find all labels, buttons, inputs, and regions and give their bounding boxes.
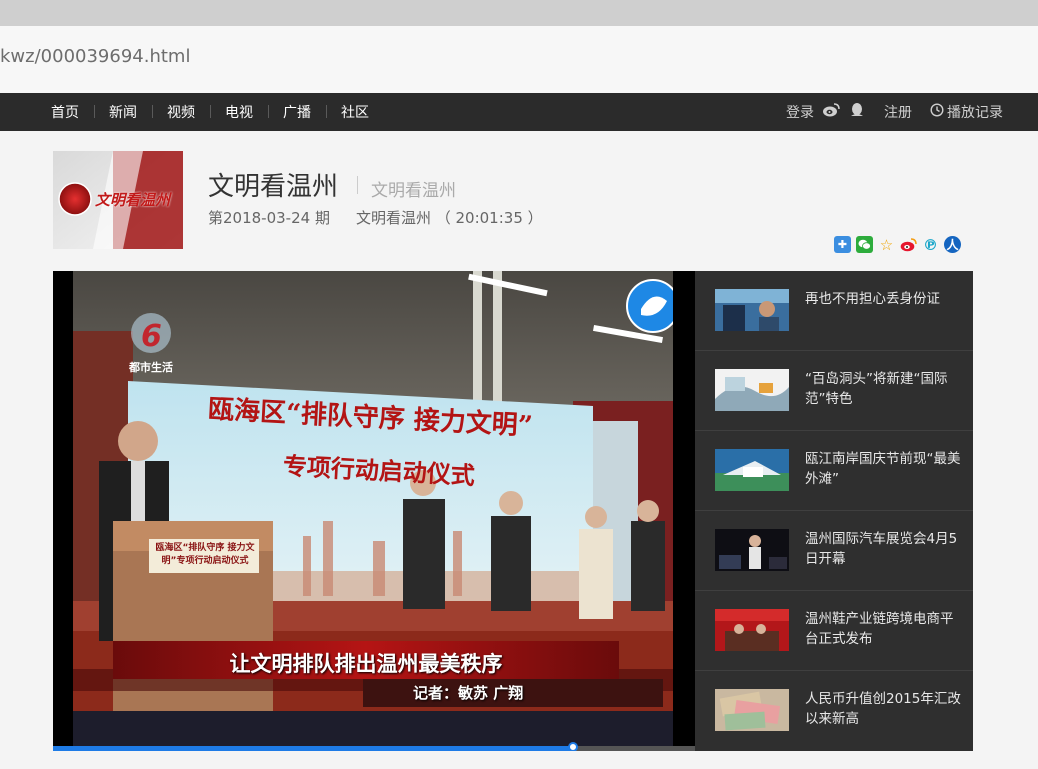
related-video-thumbnail[interactable] [715, 289, 789, 331]
reporter-credit: 记者：敏苏 广翔 [413, 684, 524, 702]
page-title: 文明看温州 [208, 172, 339, 202]
pinterest-share-icon[interactable]: ℗ [922, 236, 939, 254]
nav-home[interactable]: 首页 [36, 102, 94, 122]
episode-date: 第2018-03-24 期 [208, 209, 330, 227]
related-video-title[interactable]: 人民币升值创2015年汇改以来新高 [805, 689, 965, 729]
weibo-share-icon[interactable] [900, 236, 917, 253]
nav-list: 首页 新闻 视频 电视 广播 社区 [36, 93, 384, 131]
related-video-title[interactable]: 再也不用担心丢身份证 [805, 289, 965, 309]
related-video-title[interactable]: 瓯江南岸国庆节前现“最美外滩” [805, 449, 965, 489]
related-video-thumbnail[interactable] [715, 369, 789, 411]
related-video-thumbnail[interactable] [715, 529, 789, 571]
url-text[interactable]: kwz/000039694.html [0, 46, 190, 67]
qq-login-icon[interactable] [850, 102, 864, 122]
video-frame[interactable]: 6 都市生活 瓯海区“排队守序 接力文明” 专项行动启动仪式 瓯海区“排队守序 … [73, 271, 673, 748]
related-video-thumbnail[interactable] [715, 689, 789, 731]
related-video-title[interactable]: “百岛洞头”将新建“国际范”特色 [805, 369, 965, 409]
nav-community[interactable]: 社区 [326, 102, 384, 122]
address-bar[interactable]: kwz/000039694.html [0, 26, 1038, 93]
video-progress-fill [53, 746, 574, 751]
browser-tab-strip [0, 0, 1038, 26]
nav-video[interactable]: 视频 [152, 102, 210, 122]
history-link[interactable]: 播放记录 [947, 102, 1003, 122]
related-video-title[interactable]: 温州国际汽车展览会4月5日开幕 [805, 529, 965, 569]
nav-news[interactable]: 新闻 [94, 102, 152, 122]
related-video-item[interactable]: 再也不用担心丢身份证 [695, 271, 973, 351]
renren-share-icon[interactable]: 人 [944, 236, 961, 253]
show-logo-text: 文明看温州 [95, 191, 171, 209]
episode-info: 第2018-03-24 期 文明看温州 （ 20:01:35 ） [208, 207, 543, 228]
clock-icon[interactable] [930, 103, 944, 121]
register-link[interactable]: 注册 [884, 102, 912, 122]
video-progress-bar[interactable] [53, 742, 695, 751]
related-video-item[interactable]: 人民币升值创2015年汇改以来新高 [695, 671, 973, 751]
qzone-share-icon[interactable]: ✚ [834, 236, 851, 253]
podium-sign: 瓯海区“排队守序 接力文明”专项行动启动仪式 [155, 543, 255, 566]
related-videos-sidebar: 再也不用担心丢身份证 “百岛洞头”将新建“国际范”特色 瓯江南岸国庆节前现“最美… [695, 271, 973, 751]
nav-tv[interactable]: 电视 [210, 102, 268, 122]
title-divider [357, 176, 358, 194]
related-video-item[interactable]: 瓯江南岸国庆节前现“最美外滩” [695, 431, 973, 511]
wechat-share-icon[interactable] [856, 236, 873, 253]
weibo-login-icon[interactable] [822, 103, 840, 121]
favorite-share-icon[interactable]: ☆ [878, 236, 895, 254]
page-subtitle[interactable]: 文明看温州 [371, 176, 456, 201]
program-time: 文明看温州 （ 20:01:35 ） [355, 209, 543, 227]
related-video-thumbnail[interactable] [715, 449, 789, 491]
nav-radio[interactable]: 广播 [268, 102, 326, 122]
user-links: 登录 注册 播放记录 [786, 93, 1003, 131]
video-caption: 让文明排队排出温州最美秩序 [229, 652, 503, 676]
related-video-thumbnail[interactable] [715, 609, 789, 651]
related-video-item[interactable]: 温州国际汽车展览会4月5日开幕 [695, 511, 973, 591]
channel-logo-text: 都市生活 [129, 361, 173, 374]
related-video-item[interactable]: 温州鞋产业链跨境电商平台正式发布 [695, 591, 973, 671]
svg-text:6: 6 [141, 319, 162, 354]
video-progress-handle[interactable] [568, 742, 579, 751]
related-video-title[interactable]: 温州鞋产业链跨境电商平台正式发布 [805, 609, 965, 649]
share-bar: ✚ ☆ ℗ 人 [834, 236, 961, 254]
login-link[interactable]: 登录 [786, 102, 814, 122]
show-logo-thumbnail[interactable]: 文明看温州 [53, 151, 183, 249]
video-player[interactable]: 6 都市生活 瓯海区“排队守序 接力文明” 专项行动启动仪式 瓯海区“排队守序 … [53, 271, 695, 751]
related-video-item[interactable]: “百岛洞头”将新建“国际范”特色 [695, 351, 973, 431]
top-nav: 首页 新闻 视频 电视 广播 社区 登录 注册 播放记录 [0, 93, 1038, 131]
